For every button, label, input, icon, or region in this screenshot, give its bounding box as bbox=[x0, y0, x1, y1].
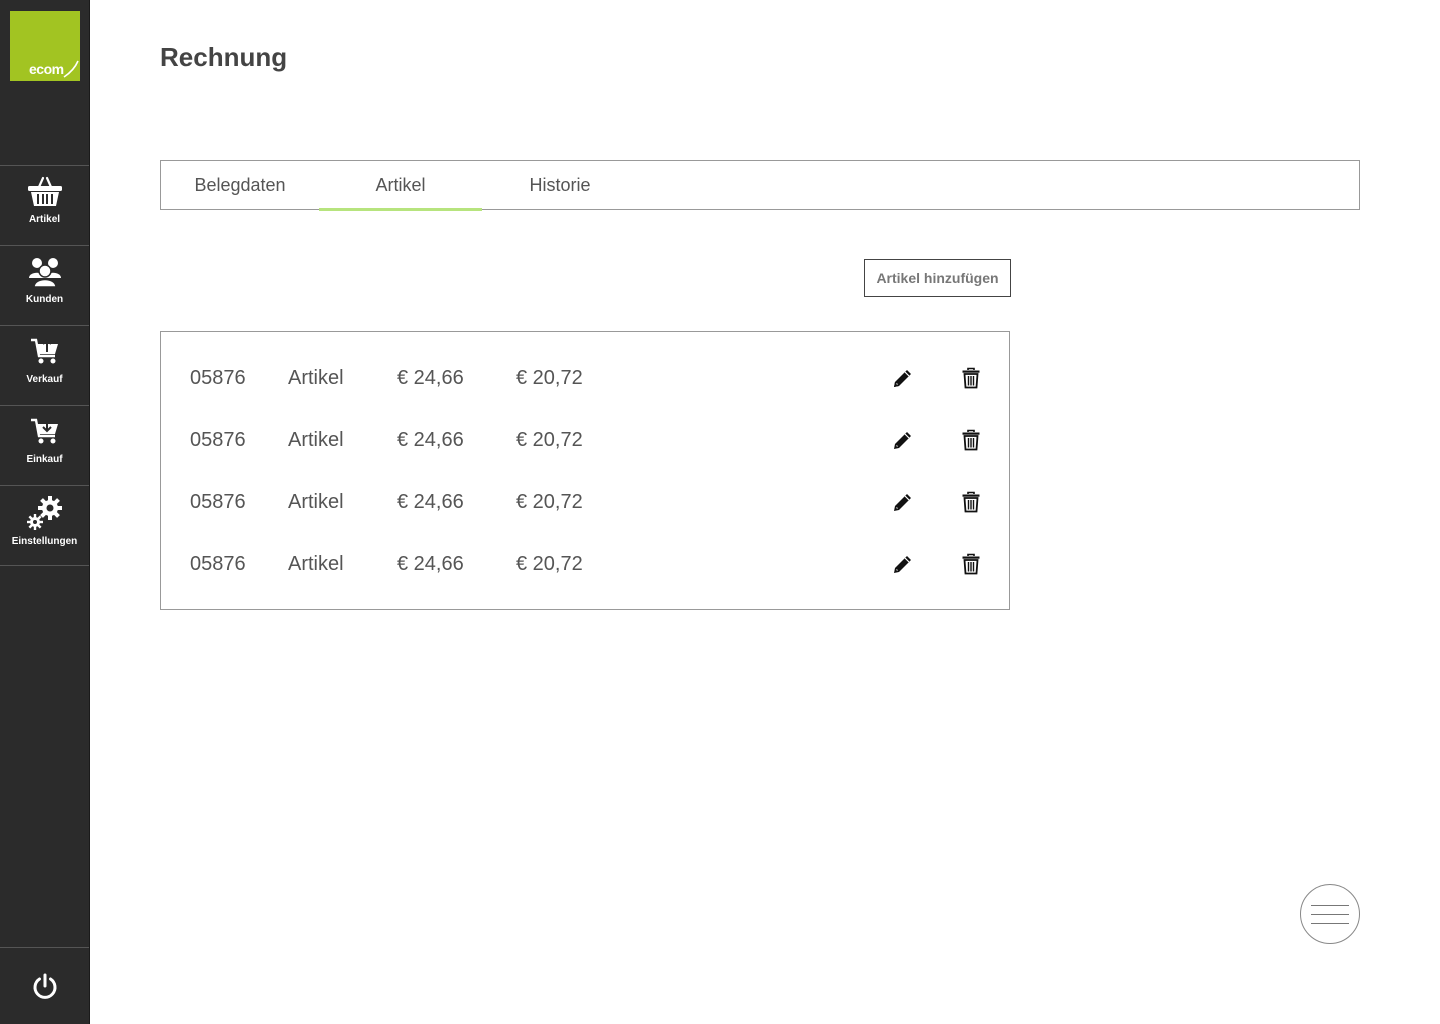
add-article-button[interactable]: Artikel hinzufügen bbox=[864, 259, 1011, 297]
logo-text: ecom bbox=[29, 61, 64, 77]
sidebar-item-label: Einkauf bbox=[26, 454, 63, 465]
trash-icon bbox=[962, 491, 980, 513]
pencil-icon bbox=[894, 494, 911, 511]
sidebar-nav: Artikel Kunden Verkauf Einkauf Einstellu… bbox=[0, 165, 89, 566]
cart-download-icon bbox=[30, 418, 58, 444]
ecom-logo[interactable]: ecom bbox=[10, 11, 80, 81]
edit-button[interactable] bbox=[891, 428, 915, 452]
sidebar: ecom Artikel Kunden Verkauf Einkauf Eins… bbox=[0, 0, 90, 1024]
pencil-icon bbox=[894, 432, 911, 449]
tab-bar: Belegdaten Artikel Historie bbox=[160, 160, 1360, 211]
sidebar-item-einstellungen[interactable]: Einstellungen bbox=[0, 486, 89, 566]
list-item: 05876 Artikel € 24,66 € 20,72 bbox=[161, 482, 1009, 522]
sidebar-item-label: Kunden bbox=[25, 294, 64, 305]
logo-swoosh-icon bbox=[63, 60, 79, 78]
article-number: 05876 bbox=[190, 429, 246, 451]
article-number: 05876 bbox=[190, 553, 246, 575]
list-item: 05876 Artikel € 24,66 € 20,72 bbox=[161, 420, 1009, 460]
gears-icon bbox=[26, 496, 62, 530]
article-name: Artikel bbox=[288, 491, 344, 513]
edit-button[interactable] bbox=[891, 552, 915, 576]
article-price-net: € 20,72 bbox=[516, 429, 583, 451]
article-price-gross: € 24,66 bbox=[397, 553, 464, 575]
article-name: Artikel bbox=[288, 429, 344, 451]
power-button[interactable] bbox=[0, 947, 89, 1024]
menu-icon-line bbox=[1311, 913, 1349, 915]
sidebar-item-kunden[interactable]: Kunden bbox=[0, 246, 89, 326]
menu-icon-line bbox=[1311, 922, 1349, 924]
tab-artikel[interactable]: Artikel bbox=[319, 161, 482, 211]
sidebar-item-label: Artikel bbox=[28, 214, 61, 225]
menu-icon-line bbox=[1311, 904, 1349, 906]
list-item: 05876 Artikel € 24,66 € 20,72 bbox=[161, 544, 1009, 584]
article-price-gross: € 24,66 bbox=[397, 367, 464, 389]
edit-button[interactable] bbox=[891, 490, 915, 514]
article-price-gross: € 24,66 bbox=[397, 491, 464, 513]
trash-icon bbox=[962, 553, 980, 575]
article-name: Artikel bbox=[288, 553, 344, 575]
list-item: 05876 Artikel € 24,66 € 20,72 bbox=[161, 358, 1009, 398]
sidebar-item-einkauf[interactable]: Einkauf bbox=[0, 406, 89, 486]
cart-upload-icon bbox=[30, 338, 58, 364]
tab-belegdaten[interactable]: Belegdaten bbox=[161, 161, 319, 210]
pencil-icon bbox=[894, 556, 911, 573]
delete-button[interactable] bbox=[959, 366, 983, 390]
edit-button[interactable] bbox=[891, 366, 915, 390]
pencil-icon bbox=[894, 370, 911, 387]
trash-icon bbox=[962, 429, 980, 451]
article-price-net: € 20,72 bbox=[516, 553, 583, 575]
sidebar-item-artikel[interactable]: Artikel bbox=[0, 166, 89, 246]
users-icon bbox=[28, 258, 61, 288]
delete-button[interactable] bbox=[959, 428, 983, 452]
basket-icon bbox=[27, 176, 62, 206]
page-title: Rechnung bbox=[160, 42, 288, 72]
article-number: 05876 bbox=[190, 367, 246, 389]
article-list: 05876 Artikel € 24,66 € 20,72 05876 Arti… bbox=[160, 331, 1010, 610]
trash-icon bbox=[962, 367, 980, 389]
delete-button[interactable] bbox=[959, 552, 983, 576]
sidebar-item-label: Einstellungen bbox=[11, 536, 78, 547]
article-price-net: € 20,72 bbox=[516, 367, 583, 389]
menu-button[interactable] bbox=[1300, 884, 1360, 944]
power-icon bbox=[33, 973, 56, 999]
sidebar-item-label: Verkauf bbox=[26, 374, 63, 385]
article-name: Artikel bbox=[288, 367, 344, 389]
article-price-gross: € 24,66 bbox=[397, 429, 464, 451]
article-price-net: € 20,72 bbox=[516, 491, 583, 513]
delete-button[interactable] bbox=[959, 490, 983, 514]
tab-historie[interactable]: Historie bbox=[482, 161, 638, 210]
sidebar-item-verkauf[interactable]: Verkauf bbox=[0, 326, 89, 406]
article-number: 05876 bbox=[190, 491, 246, 513]
